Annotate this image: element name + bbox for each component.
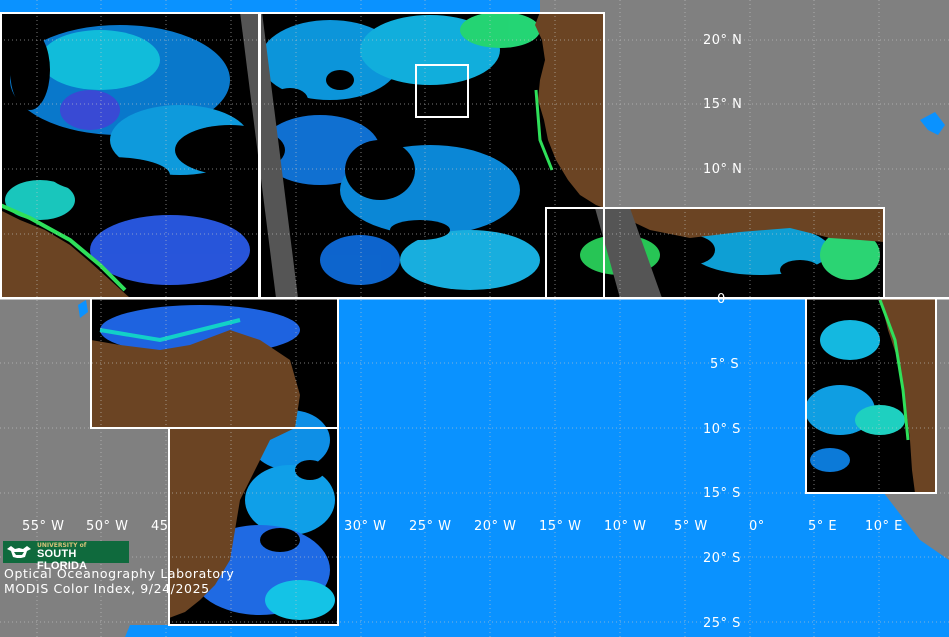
lon-label-30w: 30° W (344, 519, 387, 534)
lon-label-25w: 25° W (409, 519, 452, 534)
lat-label-15s: 15° S (703, 486, 741, 501)
lat-label-15n: 15° N (703, 97, 743, 112)
lat-label-10s: 10° S (703, 422, 741, 437)
lat-label-25s: 25° S (703, 616, 741, 631)
lon-label-5e: 5° E (808, 519, 838, 534)
bull-icon (7, 546, 31, 558)
swath-north (0, 12, 884, 298)
lon-label-15w: 15° W (539, 519, 582, 534)
lon-label-20w: 20° W (474, 519, 517, 534)
lat-label-5s: 5° S (710, 357, 740, 372)
lon-label-10e: 10° E (865, 519, 903, 534)
lon-label-5w: 5° W (674, 519, 708, 534)
lon-label-50w: 50° W (86, 519, 129, 534)
lat-label-20n: 20° N (703, 33, 743, 48)
satellite-map (0, 0, 949, 637)
lab-name: Optical Oceanography Laboratory (4, 566, 235, 581)
lat-label-20s: 20° S (703, 551, 741, 566)
swath-angola (805, 298, 936, 493)
lon-label-45w: 45 (151, 519, 169, 534)
product-caption: MODIS Color Index, 9/24/2025 (4, 581, 210, 596)
lon-label-55w: 55° W (22, 519, 65, 534)
lon-label-0: 0° (749, 519, 765, 534)
usf-logo: UNIVERSITY of SOUTH FLORIDA (3, 541, 129, 572)
lon-label-10w: 10° W (604, 519, 647, 534)
lat-label-equator: 0 (717, 292, 726, 307)
lat-label-10n: 10° N (703, 162, 743, 177)
